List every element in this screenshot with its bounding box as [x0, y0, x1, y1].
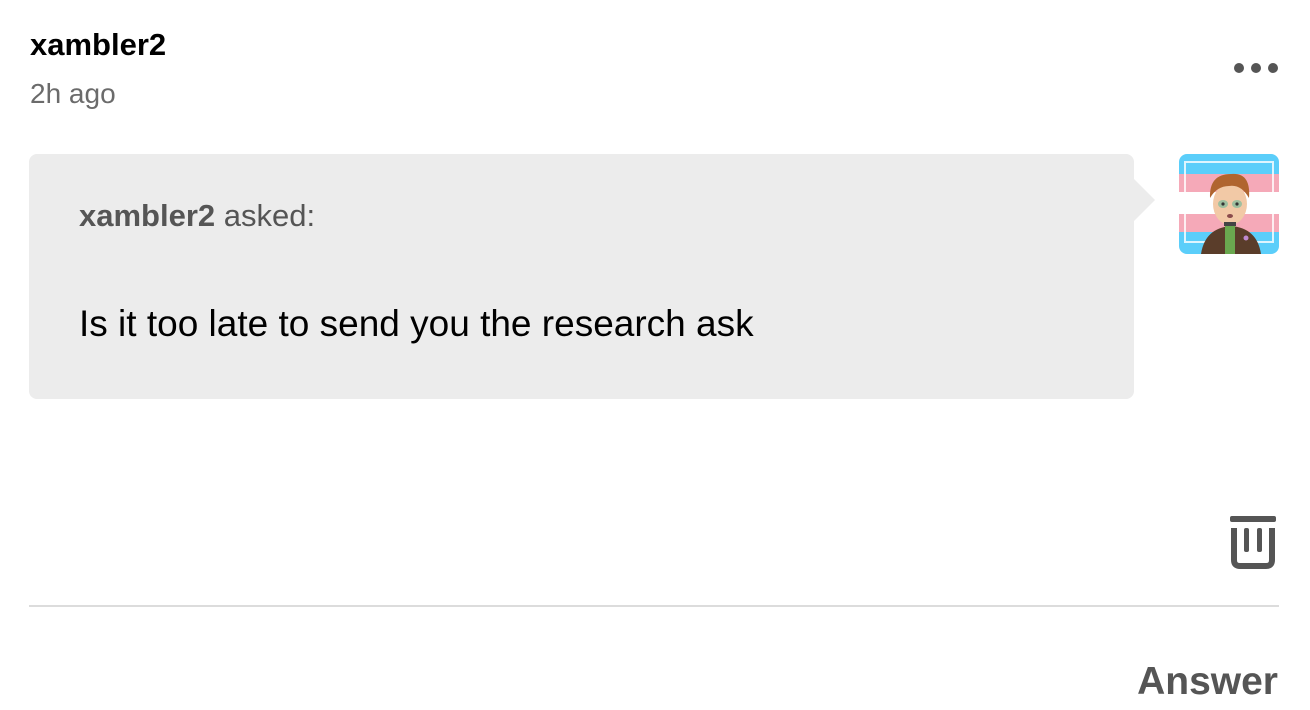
trash-icon: [1230, 516, 1276, 569]
post-header: xambler2 2h ago: [30, 26, 166, 112]
ellipsis-icon: [1234, 63, 1244, 73]
divider: [29, 605, 1279, 607]
answer-button[interactable]: Answer: [1137, 658, 1278, 706]
post-timestamp: 2h ago: [30, 78, 116, 109]
asker-avatar[interactable]: [1179, 154, 1279, 254]
delete-button[interactable]: [1228, 514, 1278, 570]
post-author[interactable]: xambler2: [30, 26, 166, 64]
avatar-image: [1179, 154, 1279, 254]
asked-label: asked:: [215, 198, 316, 233]
ask-attribution: xambler2 asked:: [79, 196, 315, 236]
bubble-tail: [1133, 178, 1155, 222]
ask-question: Is it too late to send you the research …: [79, 303, 754, 344]
asker-name[interactable]: xambler2: [79, 198, 215, 233]
more-options-button[interactable]: [1228, 54, 1284, 82]
ask-bubble: xambler2 asked: Is it too late to send y…: [29, 154, 1134, 399]
